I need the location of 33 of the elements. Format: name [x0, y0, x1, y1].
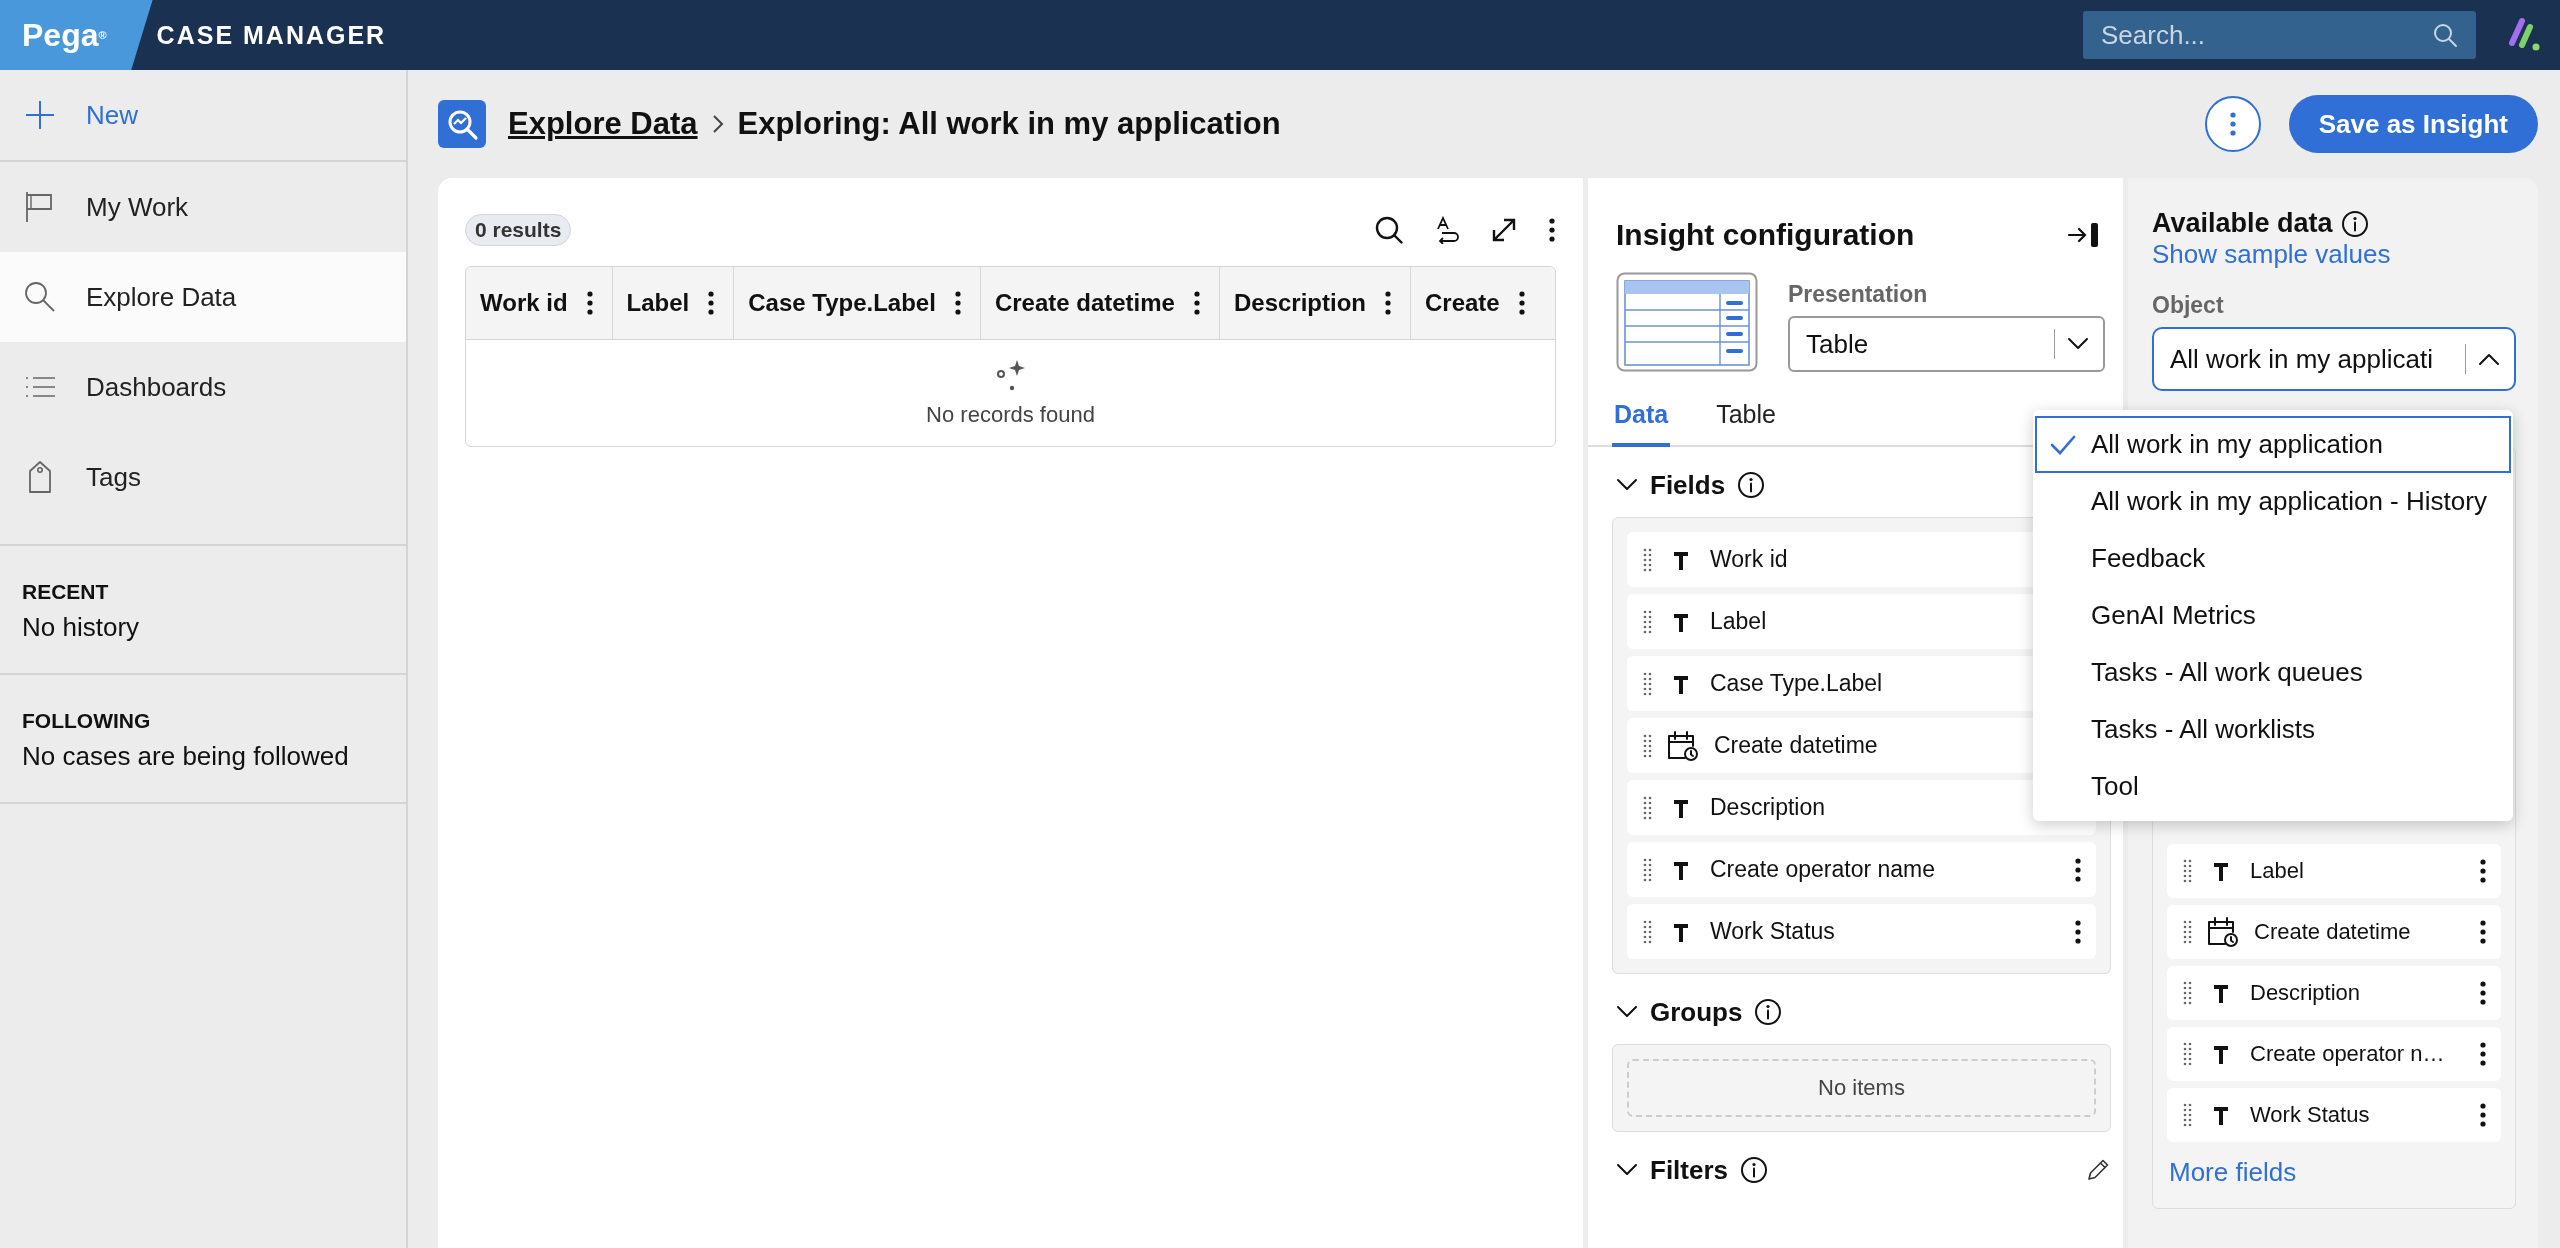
column-title: Label: [626, 289, 690, 317]
column-title: Create datetime: [994, 289, 1175, 317]
field-label: Create datetime: [1714, 732, 1879, 759]
empty-message: No cases are being followed: [22, 741, 350, 772]
panel-title: Available data: [2152, 208, 2333, 239]
section-title: Filters: [1650, 1154, 1729, 1186]
section-heading: FOLLOWING: [22, 709, 152, 733]
column-title: Case Type.Label: [748, 289, 936, 317]
field-label: Description: [1710, 794, 1827, 821]
empty-message: No history: [22, 612, 141, 643]
field-label: Presentation: [1788, 281, 1929, 308]
field-label: Create operator name: [1710, 856, 1936, 883]
field-label: Object: [2152, 292, 2225, 319]
field-label: Work Status: [2250, 1102, 2371, 1128]
panel-title: Insight configuration: [1616, 218, 1915, 252]
field-label: Label: [2250, 858, 2305, 884]
column-title: Description: [1233, 289, 1366, 317]
section-title: Groups: [1650, 996, 1743, 1028]
field-label: Work id: [1710, 546, 1789, 573]
field-label: Label: [1710, 608, 1768, 635]
field-label: Description: [2250, 980, 2362, 1006]
field-label: Create operator n…: [2250, 1041, 2446, 1067]
column-title: Work id: [480, 289, 568, 317]
page-title: Exploring: All work in my application: [737, 106, 1281, 142]
empty-message: No records found: [926, 402, 1095, 428]
app-title: CASE MANAGER: [156, 20, 387, 50]
section-title: Fields: [1650, 469, 1726, 501]
field-label: Create datetime: [2254, 919, 2412, 945]
field-label: Work Status: [1710, 918, 1836, 945]
results-count: 0 results: [465, 214, 572, 246]
field-label: Case Type.Label: [1710, 670, 1884, 697]
section-heading: RECENT: [22, 580, 110, 604]
column-title: Create: [1425, 289, 1500, 317]
